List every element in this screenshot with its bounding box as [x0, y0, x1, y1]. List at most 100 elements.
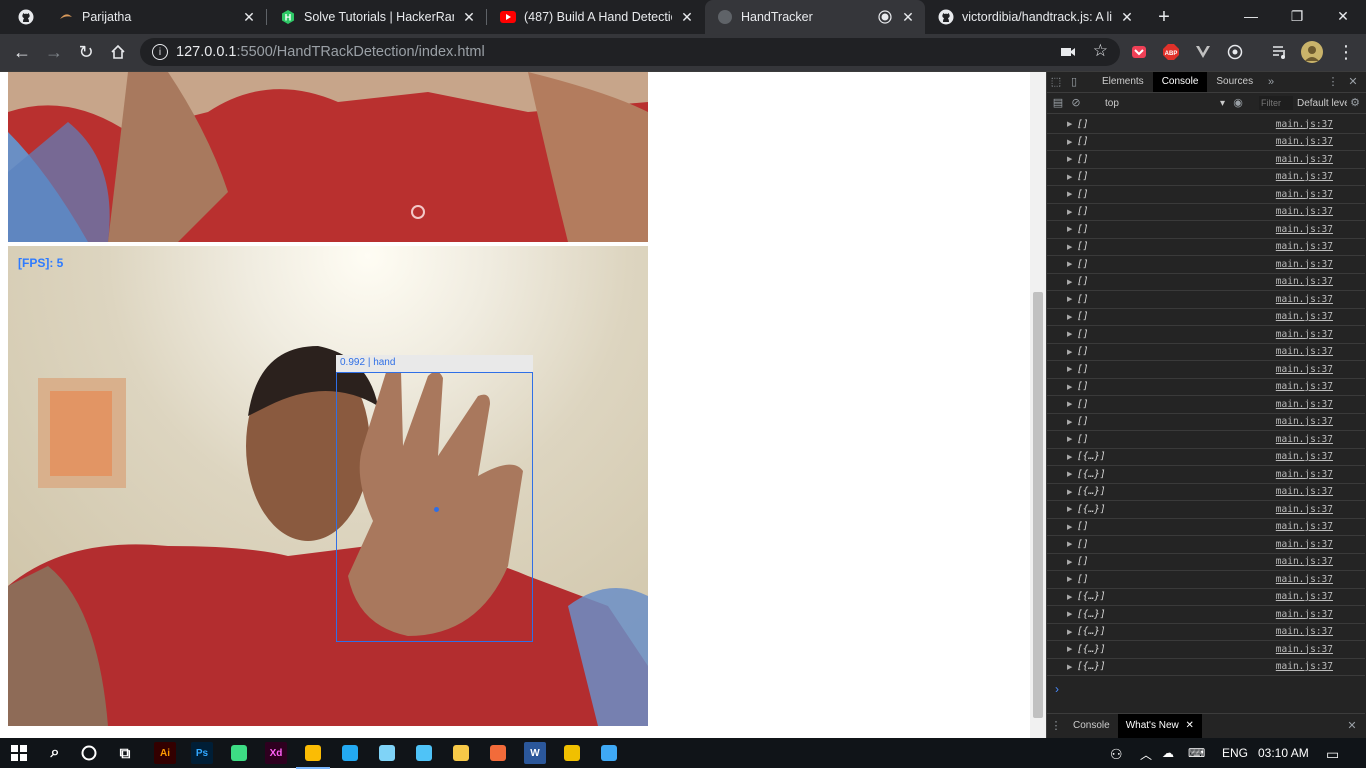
console-log-row[interactable]: ▶[] main.js:37 [1047, 221, 1365, 239]
minimize-button[interactable]: — [1228, 0, 1274, 32]
console-log-row[interactable]: ▶[] main.js:37 [1047, 256, 1365, 274]
close-icon[interactable]: ✕ [1120, 9, 1134, 26]
log-source-link[interactable]: main.js:37 [1276, 539, 1333, 550]
expand-arrow-icon[interactable]: ▶ [1067, 348, 1075, 356]
console-log-row[interactable]: ▶ [{…}] main.js:37 [1047, 624, 1365, 641]
log-source-link[interactable]: main.js:37 [1276, 626, 1333, 637]
profile-avatar[interactable] [1300, 40, 1324, 64]
close-icon[interactable]: ✕ [462, 9, 476, 26]
console-settings-gear-icon[interactable]: ⚙ [1346, 93, 1364, 113]
expand-arrow-icon[interactable]: ▶ [1067, 435, 1075, 443]
pocket-extension-icon[interactable] [1127, 40, 1151, 64]
log-source-link[interactable]: main.js:37 [1276, 206, 1333, 217]
taskbar-app-app-orange-icon[interactable] [487, 742, 509, 764]
console-log-row[interactable]: ▶ [{…}] main.js:37 [1047, 466, 1365, 484]
expand-arrow-icon[interactable]: ▶ [1067, 523, 1075, 531]
tab-sources[interactable]: Sources [1207, 72, 1262, 92]
tab-github-handtrack[interactable]: victordibia/handtrack.js: A lib ✕ [926, 0, 1144, 34]
taskbar-app-word-icon[interactable]: W [524, 742, 546, 764]
touch-keyboard-icon[interactable]: ⌨ [1188, 746, 1205, 760]
close-drawer-icon[interactable]: ✕ [1343, 716, 1361, 736]
log-source-link[interactable]: main.js:37 [1276, 644, 1333, 655]
console-prompt[interactable]: › [1055, 682, 1059, 696]
page-scrollbar-thumb[interactable] [1033, 292, 1043, 718]
expand-arrow-icon[interactable]: ▶ [1067, 120, 1075, 128]
taskbar-app-adobe-xd-icon[interactable]: Xd [265, 742, 287, 764]
log-source-link[interactable]: main.js:37 [1276, 364, 1333, 375]
console-log-row[interactable]: ▶ [{…}] main.js:37 [1047, 589, 1365, 606]
taskbar-app-remote-desktop-icon[interactable] [413, 742, 435, 764]
close-icon[interactable]: ✕ [242, 9, 256, 26]
people-icon[interactable]: ⚇ [1110, 746, 1123, 763]
log-source-link[interactable]: main.js:37 [1276, 294, 1333, 305]
console-log-row[interactable]: ▶[] main.js:37 [1047, 414, 1365, 431]
log-source-link[interactable]: main.js:37 [1276, 171, 1333, 182]
console-log-row[interactable]: ▶[] main.js:37 [1047, 379, 1365, 396]
forward-icon[interactable]: → [42, 40, 66, 64]
expand-arrow-icon[interactable]: ▶ [1067, 278, 1075, 286]
taskbar-app-file-explorer-icon[interactable] [450, 742, 472, 764]
log-source-link[interactable]: main.js:37 [1276, 241, 1333, 252]
log-source-link[interactable]: main.js:37 [1276, 311, 1333, 322]
console-log-row[interactable]: ▶[] main.js:37 [1047, 204, 1365, 221]
tab-elements[interactable]: Elements [1093, 72, 1153, 92]
expand-arrow-icon[interactable]: ▶ [1067, 243, 1075, 251]
bookmark-star-icon[interactable]: ☆ [1093, 41, 1108, 61]
log-source-link[interactable]: main.js:37 [1276, 486, 1333, 497]
taskbar-app-git-tool-icon[interactable] [561, 742, 583, 764]
drawer-tab-console[interactable]: Console [1065, 714, 1118, 738]
taskbar-app-app-cubes-icon[interactable] [376, 742, 398, 764]
console-log-row[interactable]: ▶ [{…}] main.js:37 [1047, 449, 1365, 466]
context-selector[interactable]: top ▾ [1105, 98, 1225, 109]
expand-arrow-icon[interactable]: ▶ [1067, 260, 1075, 268]
console-log-row[interactable]: ▶[] main.js:37 [1047, 239, 1365, 256]
sidebar-toggle-icon[interactable]: ▤ [1049, 93, 1067, 113]
console-log-row[interactable]: ▶ [{…}] main.js:37 [1047, 484, 1365, 501]
drawer-tab-whats-new[interactable]: What's New ✕ [1117, 714, 1202, 738]
expand-arrow-icon[interactable]: ▶ [1067, 610, 1075, 618]
console-log-row[interactable]: ▶ [{…}] main.js:37 [1047, 501, 1365, 519]
expand-arrow-icon[interactable]: ▶ [1067, 208, 1075, 216]
log-source-link[interactable]: main.js:37 [1276, 574, 1333, 585]
close-icon[interactable]: ✕ [901, 9, 915, 26]
reload-icon[interactable]: ↻ [74, 40, 98, 64]
expand-arrow-icon[interactable]: ▶ [1067, 470, 1075, 478]
console-log-row[interactable]: ▶[] main.js:37 [1047, 554, 1365, 571]
log-source-link[interactable]: main.js:37 [1276, 504, 1333, 515]
network-icon[interactable]: ☁ [1162, 746, 1174, 760]
close-icon[interactable]: ✕ [680, 9, 694, 26]
expand-arrow-icon[interactable]: ▶ [1067, 155, 1075, 163]
expand-arrow-icon[interactable]: ▶ [1067, 663, 1075, 671]
expand-arrow-icon[interactable]: ▶ [1067, 488, 1075, 496]
console-log-row[interactable]: ▶[] main.js:37 [1047, 151, 1365, 169]
expand-arrow-icon[interactable]: ▶ [1067, 418, 1075, 426]
language-indicator[interactable]: ENG [1222, 746, 1248, 760]
console-log-row[interactable]: ▶[] main.js:37 [1047, 186, 1365, 204]
expand-arrow-icon[interactable]: ▶ [1067, 313, 1075, 321]
console-log-row[interactable]: ▶[] main.js:37 [1047, 431, 1365, 449]
address-bar[interactable]: i 127.0.0.1:5500/HandTRackDetection/inde… [140, 38, 1120, 66]
close-icon[interactable]: ✕ [1186, 720, 1194, 731]
vue-devtools-icon[interactable] [1191, 40, 1215, 64]
expand-arrow-icon[interactable]: ▶ [1067, 330, 1075, 338]
show-hidden-icons-icon[interactable]: ︿ [1140, 746, 1152, 763]
tab-handtracker[interactable]: HandTracker ✕ [705, 0, 925, 34]
tab-youtube[interactable]: (487) Build A Hand Detection ✕ [488, 0, 704, 34]
log-source-link[interactable]: main.js:37 [1276, 276, 1333, 287]
log-source-link[interactable]: main.js:37 [1276, 661, 1333, 672]
console-filter-input[interactable] [1259, 96, 1293, 110]
tab-parijatha[interactable]: Parijatha ✕ [46, 0, 266, 34]
device-toolbar-icon[interactable]: ▯ [1065, 72, 1083, 92]
expand-arrow-icon[interactable]: ▶ [1067, 383, 1075, 391]
console-log-row[interactable]: ▶ [{…}] main.js:37 [1047, 659, 1365, 676]
inspect-element-icon[interactable]: ⬚ [1047, 72, 1065, 92]
taskbar-app-illustrator-icon[interactable]: Ai [154, 742, 176, 764]
clock[interactable]: 03:10 AM [1258, 746, 1309, 760]
log-source-link[interactable]: main.js:37 [1276, 399, 1333, 410]
close-window-button[interactable]: ✕ [1320, 0, 1366, 32]
log-source-link[interactable]: main.js:37 [1276, 434, 1333, 445]
console-log-row[interactable]: ▶[] main.js:37 [1047, 309, 1365, 326]
camera-in-use-icon[interactable] [1060, 44, 1076, 65]
console-log-row[interactable]: ▶[] main.js:37 [1047, 291, 1365, 309]
page-scrollbar[interactable] [1030, 72, 1046, 738]
